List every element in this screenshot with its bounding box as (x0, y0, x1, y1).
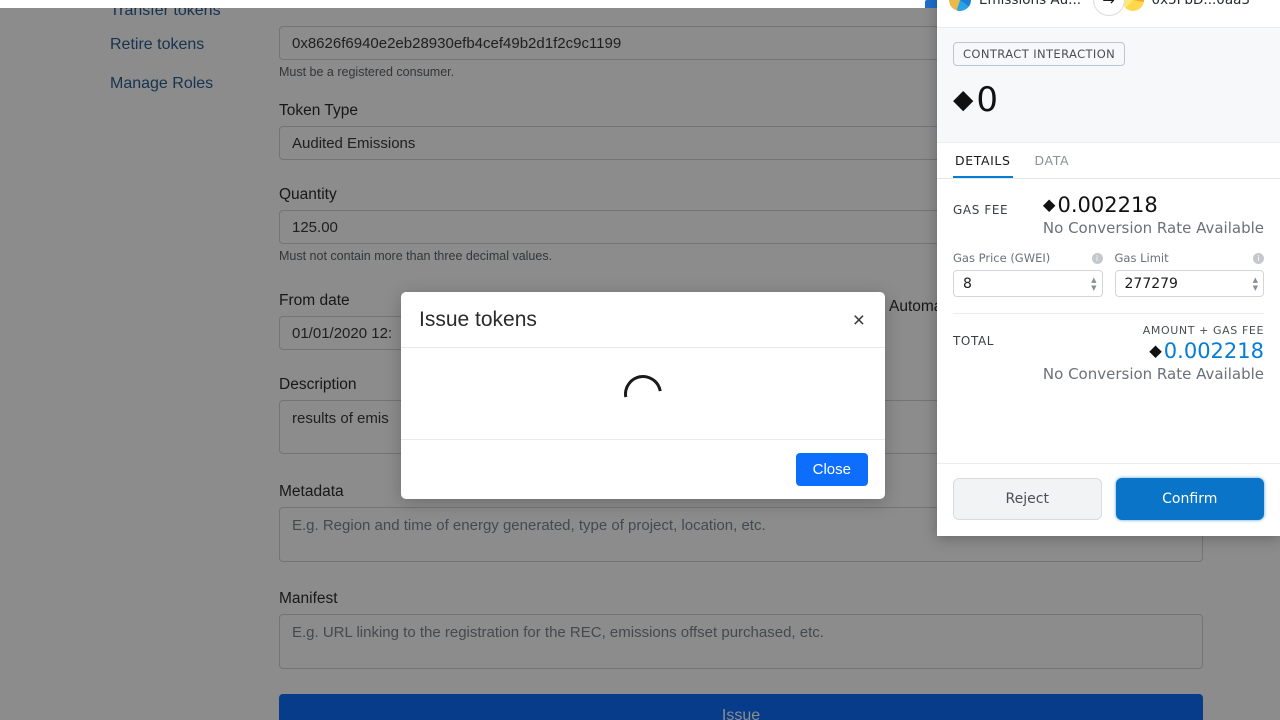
gas-controls: Gas Price (GWEI) i 8 ▲ ▼ Gas Limit i 2772… (953, 251, 1264, 297)
info-icon[interactable]: i (1253, 252, 1264, 264)
chevron-up-icon[interactable]: ▲ (1091, 276, 1096, 283)
eth-symbol-icon: ◆ (1042, 194, 1056, 214)
gas-price-input[interactable]: 8 ▲ ▼ (953, 270, 1103, 297)
total-value: 0.002218 (1163, 339, 1264, 363)
metamask-popup: Emissions Au... → 0x5FbD...0aa3 CONTRACT… (937, 0, 1280, 536)
metamask-actions: Reject Confirm (937, 463, 1280, 536)
gas-fee-label: GAS FEE (953, 203, 1009, 217)
amount-plus-gas-caption: AMOUNT + GAS FEE (1142, 324, 1264, 337)
total-row: TOTAL AMOUNT + GAS FEE ◆ 0.002218 No Con… (953, 324, 1264, 383)
gas-fee-values: ◆ 0.002218 No Conversion Rate Available (1043, 193, 1264, 237)
gas-limit-value: 277279 (1124, 275, 1178, 292)
transaction-amount: ◆ 0 (953, 80, 1264, 120)
gas-limit-stepper[interactable]: ▲ ▼ (1253, 276, 1260, 291)
gas-price-head: Gas Price (GWEI) i (953, 251, 1103, 265)
gas-limit-field: Gas Limit i 277279 ▲ ▼ (1114, 251, 1264, 297)
chevron-down-icon[interactable]: ▼ (1253, 284, 1258, 291)
modal-body (401, 348, 885, 440)
chevron-up-icon[interactable]: ▲ (1253, 276, 1258, 283)
divider (953, 313, 1264, 314)
gas-fee-value: 0.002218 (1057, 193, 1158, 217)
network-avatar-icon (949, 0, 971, 11)
reject-button[interactable]: Reject (953, 478, 1102, 520)
metamask-header: Emissions Au... → 0x5FbD...0aa3 (937, 0, 1280, 28)
modal-header: Issue tokens × (401, 292, 885, 348)
screen: Transfer tokens Retire tokens Manage Rol… (0, 0, 1280, 720)
total-label: TOTAL (953, 334, 995, 348)
gas-fee-conversion: No Conversion Rate Available (1042, 219, 1264, 237)
amount-value: 0 (976, 80, 999, 120)
total-conversion: No Conversion Rate Available (1042, 365, 1264, 383)
confirm-button[interactable]: Confirm (1115, 478, 1264, 520)
close-icon[interactable]: × (851, 310, 867, 331)
account-avatar-icon (1121, 0, 1144, 11)
modal-footer: Close (401, 440, 885, 499)
loading-spinner-icon (616, 367, 670, 420)
gas-price-value: 8 (963, 275, 972, 292)
gas-fee-row: GAS FEE ◆ 0.002218 No Conversion Rate Av… (953, 193, 1264, 237)
account-name: 0x5FbD...0aa3 (1151, 0, 1251, 8)
modal-title: Issue tokens (419, 308, 537, 331)
total-amount: ◆ 0.002218 (1043, 339, 1264, 363)
metamask-tabs: DETAILS DATA (937, 143, 1280, 179)
gas-limit-head: Gas Limit i (1114, 251, 1264, 265)
close-button[interactable]: Close (795, 453, 868, 486)
issue-tokens-modal: Issue tokens × Close (401, 292, 885, 499)
tab-details[interactable]: DETAILS (953, 143, 1013, 178)
tab-data[interactable]: DATA (1033, 143, 1072, 178)
metamask-hero: CONTRACT INTERACTION ◆ 0 (937, 28, 1280, 143)
gas-price-field: Gas Price (GWEI) i 8 ▲ ▼ (953, 251, 1103, 297)
gas-limit-input[interactable]: 277279 ▲ ▼ (1114, 270, 1264, 297)
info-icon[interactable]: i (1091, 252, 1103, 264)
network-name: Emissions Au... (979, 0, 1082, 8)
metamask-network[interactable]: Emissions Au... (949, 0, 1096, 11)
gas-fee-amount: ◆ 0.002218 (1043, 193, 1264, 217)
contract-interaction-badge: CONTRACT INTERACTION (953, 42, 1126, 66)
total-values: AMOUNT + GAS FEE ◆ 0.002218 No Conversio… (1043, 324, 1264, 383)
eth-symbol-icon: ◆ (1149, 340, 1162, 360)
gas-price-label: Gas Price (GWEI) (953, 251, 1051, 265)
chevron-down-icon[interactable]: ▼ (1091, 284, 1096, 291)
arrow-right-icon: → (1092, 0, 1125, 16)
gas-price-stepper[interactable]: ▲ ▼ (1091, 276, 1098, 291)
metamask-details-panel: GAS FEE ◆ 0.002218 No Conversion Rate Av… (937, 179, 1280, 463)
eth-symbol-icon: ◆ (953, 83, 974, 115)
gas-limit-label: Gas Limit (1114, 251, 1169, 265)
